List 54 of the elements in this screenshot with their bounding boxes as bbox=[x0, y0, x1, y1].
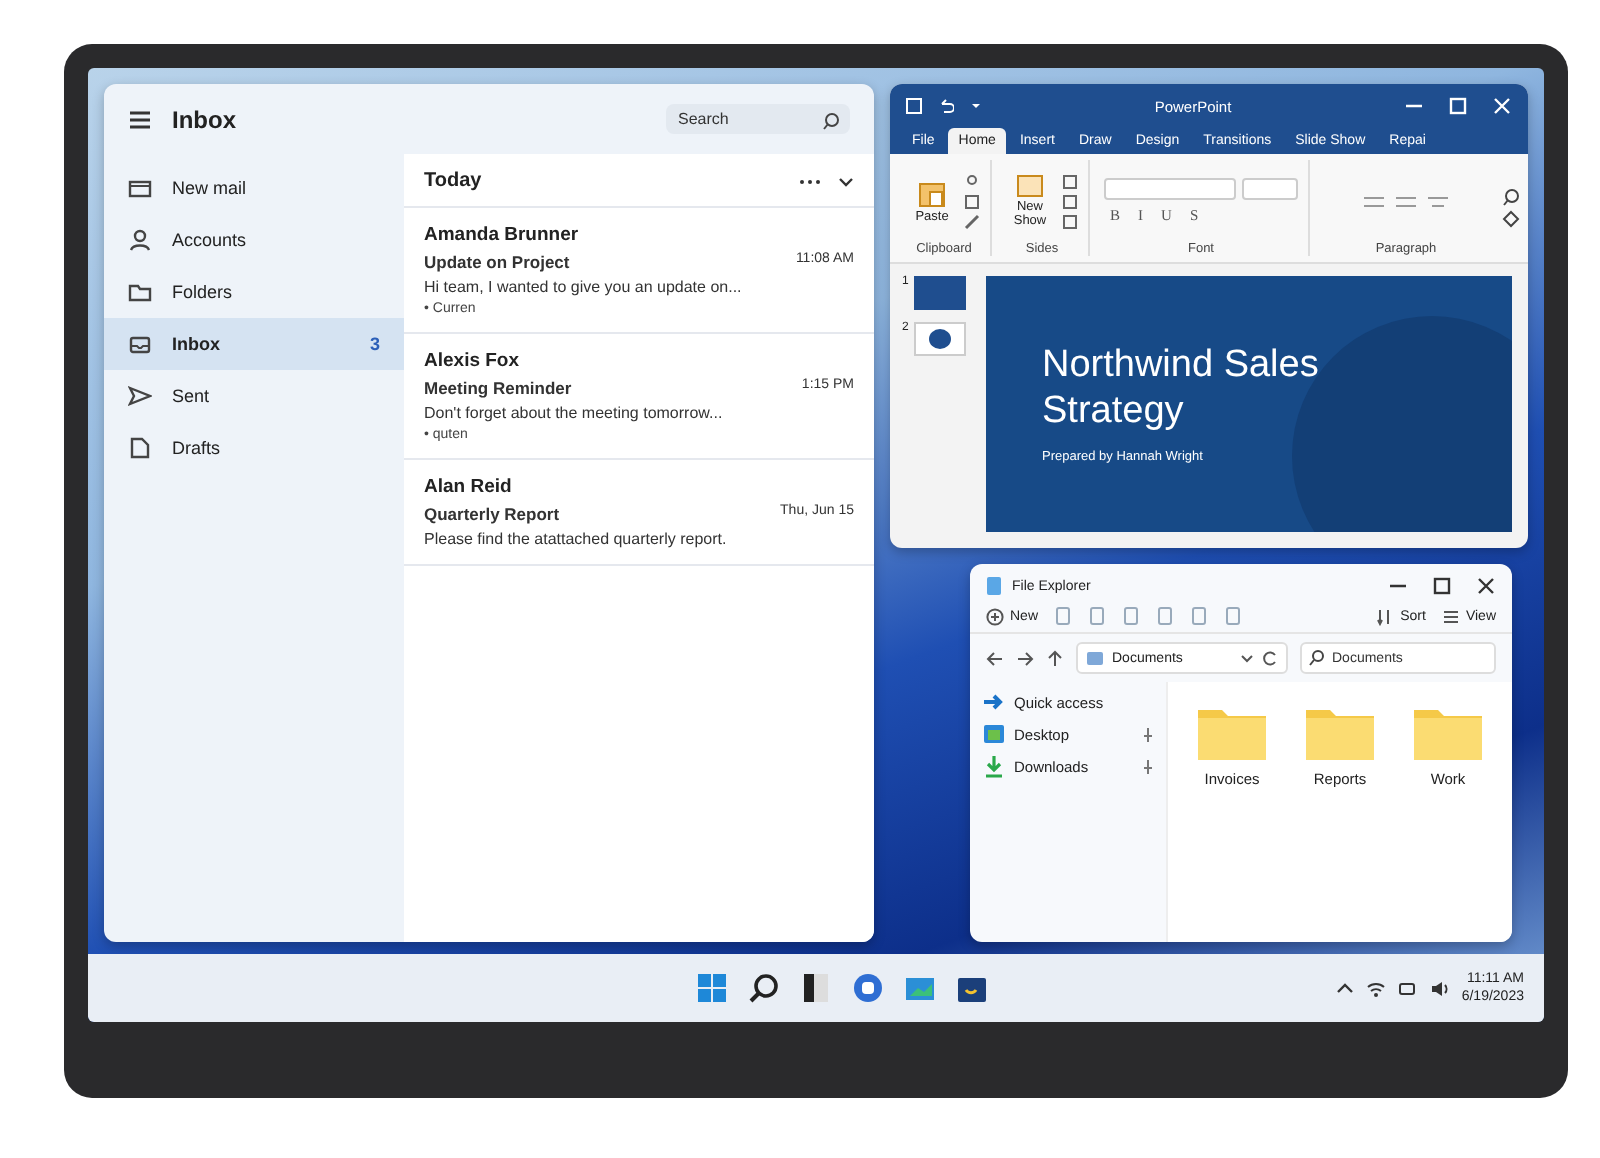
arrow-icon bbox=[982, 690, 1006, 714]
chevron-down-icon bbox=[1240, 653, 1254, 663]
slide-title: Northwind Sales Strategy bbox=[1042, 343, 1321, 435]
send-icon bbox=[128, 384, 152, 408]
chat-icon[interactable] bbox=[851, 972, 884, 1004]
list-heading: Today bbox=[424, 170, 484, 192]
document-icon bbox=[128, 436, 152, 460]
align-icon[interactable] bbox=[1426, 193, 1450, 209]
start-icon[interactable] bbox=[695, 972, 728, 1004]
circle-shape-icon bbox=[928, 328, 953, 350]
sort-icon bbox=[1376, 607, 1395, 625]
nav-item[interactable]: Folders bbox=[104, 266, 404, 318]
shape-icon[interactable] bbox=[1502, 210, 1520, 228]
search-icon bbox=[822, 112, 840, 130]
close-icon[interactable] bbox=[1476, 576, 1496, 596]
envelope-icon bbox=[128, 176, 152, 200]
task-view-icon[interactable] bbox=[799, 972, 832, 1004]
store-icon[interactable] bbox=[955, 972, 988, 1004]
nav-item[interactable]: Accounts bbox=[104, 214, 404, 266]
clipboard-icon bbox=[918, 179, 946, 207]
search-icon[interactable] bbox=[747, 972, 780, 1004]
pin-icon bbox=[1142, 726, 1154, 742]
download-icon bbox=[982, 754, 1006, 778]
search-icon bbox=[1308, 650, 1324, 666]
chevron-up-icon[interactable] bbox=[1335, 982, 1354, 994]
nav-item[interactable]: Inbox 3 bbox=[104, 318, 404, 370]
forward-icon[interactable] bbox=[1016, 649, 1034, 667]
menu-icon[interactable] bbox=[128, 109, 152, 129]
refresh-icon bbox=[1262, 650, 1278, 666]
person-icon bbox=[128, 228, 152, 252]
maximize-icon[interactable] bbox=[1432, 576, 1452, 596]
desktop-icon bbox=[982, 722, 1006, 746]
nav-item[interactable]: New mail bbox=[104, 162, 404, 214]
nav-item[interactable]: Drafts bbox=[104, 422, 404, 474]
chevron-down-icon[interactable] bbox=[838, 175, 854, 187]
search-field[interactable]: Search bbox=[666, 104, 850, 134]
caret-icon[interactable] bbox=[970, 100, 982, 112]
slide-thumbnail[interactable] bbox=[914, 276, 967, 310]
up-icon[interactable] bbox=[1046, 649, 1064, 667]
wifi-icon[interactable] bbox=[1365, 979, 1386, 997]
window-title: Inbox bbox=[172, 105, 238, 133]
more-icon[interactable] bbox=[798, 175, 822, 187]
battery-icon[interactable] bbox=[1397, 979, 1418, 997]
inbox-icon bbox=[128, 332, 152, 356]
explorer-icon bbox=[986, 576, 1002, 596]
list-icon bbox=[1441, 607, 1460, 625]
slide-icon bbox=[1016, 174, 1044, 198]
back-icon[interactable] bbox=[986, 649, 1004, 667]
find-icon[interactable] bbox=[1502, 188, 1520, 206]
plus-circle-icon bbox=[986, 607, 1004, 625]
nav-item[interactable]: Sent bbox=[104, 370, 404, 422]
speaker-icon[interactable] bbox=[1429, 979, 1450, 997]
pin-icon bbox=[1142, 758, 1154, 774]
undo-icon[interactable] bbox=[938, 98, 954, 114]
